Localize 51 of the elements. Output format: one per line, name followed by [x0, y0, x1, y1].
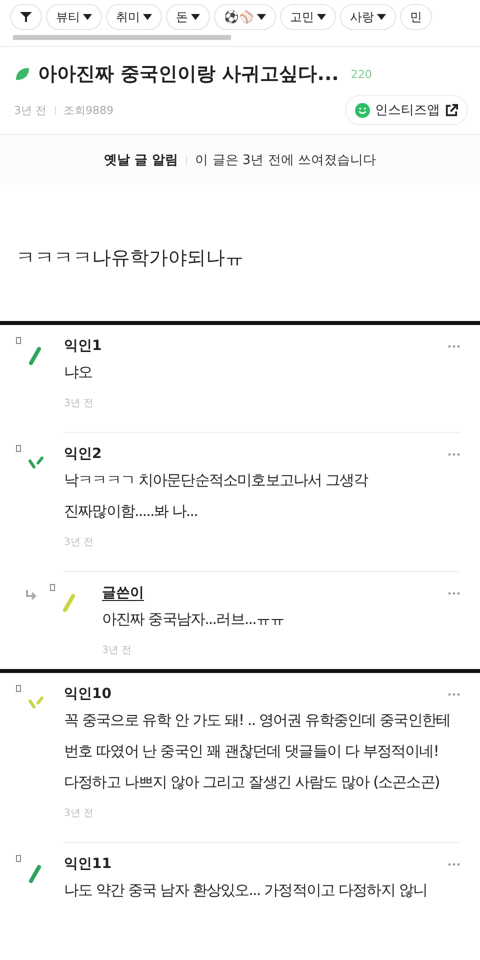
caret-icon: [377, 14, 386, 20]
comment-author: 익인10: [64, 685, 112, 703]
square-icon: [50, 584, 55, 591]
comment-time: 3년 전: [64, 397, 95, 410]
square-icon: [16, 685, 21, 692]
more-icon[interactable]: [448, 344, 460, 348]
reply-arrow-icon: [26, 590, 38, 600]
square-icon: [16, 445, 21, 452]
category-chip[interactable]: ⚽⚾: [214, 4, 276, 30]
smiley-icon: [355, 102, 370, 118]
caret-icon: [83, 14, 92, 20]
square-icon: [16, 337, 21, 344]
comment-time: 3년 전: [64, 807, 95, 820]
more-icon[interactable]: [448, 862, 460, 866]
comment-author: 익인2: [64, 445, 102, 463]
comment-count: 220: [350, 68, 372, 80]
category-chip[interactable]: 돈: [166, 4, 210, 30]
category-chip[interactable]: 뷰티: [46, 4, 102, 30]
comment-author: 익인11: [64, 855, 112, 873]
post-title: 아아진짜 중국인이랑 사귀고싶다...: [38, 62, 339, 87]
comment-text: 냐오: [64, 362, 94, 383]
caret-icon: [143, 14, 152, 20]
comment-author: 글쓴이: [102, 584, 144, 602]
comment-text: 낙ㅋㅋㅋㄱ 치아문단순적소미호보고나서 그생각 진짜많이함.....봐 나...: [64, 470, 370, 522]
more-icon[interactable]: [448, 452, 460, 456]
category-chip[interactable]: 고민: [280, 4, 336, 30]
category-chip[interactable]: 민: [400, 4, 432, 30]
comment-time: 3년 전: [64, 536, 95, 549]
funnel-icon: [20, 12, 32, 22]
category-chip[interactable]: 취미: [106, 4, 162, 30]
notice-text: 이 글은 3년 전에 쓰여졌습니다: [195, 152, 376, 169]
app-button[interactable]: 인스티즈앱: [345, 95, 468, 125]
comment-time: 3년 전: [102, 644, 133, 657]
external-link-icon: [445, 104, 458, 116]
comment-text: 아진짜 중국남자...러브...ㅠㅠ: [102, 609, 286, 630]
comment-author: 익인1: [64, 337, 102, 355]
comment-text: 꼭 중국으로 유학 안 가도 돼! .. 영어권 유학중인데 중국인한테 번호 따였어 난 중국인 꽤 괜찮던데 댓글들이 다 부정적이네! 다정하고 나쁘지 않아 그리고 잘생긴 사람도 많아 (소곤소곤): [64, 710, 452, 793]
post-body: ㅋㅋㅋㅋ나유학가야되나ㅠ: [15, 246, 245, 271]
more-icon[interactable]: [448, 592, 460, 594]
comment-text: 나도 약간 중국 남자 환상있오... 가정적이고 다정하지 않니: [64, 880, 428, 901]
caret-icon: [257, 14, 266, 20]
square-icon: [16, 855, 21, 862]
view-count: 조회9889: [64, 102, 114, 118]
notice-label: 옛날 글 알림: [104, 152, 178, 169]
filter-chip[interactable]: [10, 4, 42, 30]
caret-icon: [191, 14, 200, 20]
post-time: 3년 전: [14, 102, 46, 118]
leaf-icon: [14, 66, 30, 82]
more-icon[interactable]: [448, 692, 460, 696]
category-chip[interactable]: 사랑: [340, 4, 396, 30]
caret-icon: [317, 14, 326, 20]
